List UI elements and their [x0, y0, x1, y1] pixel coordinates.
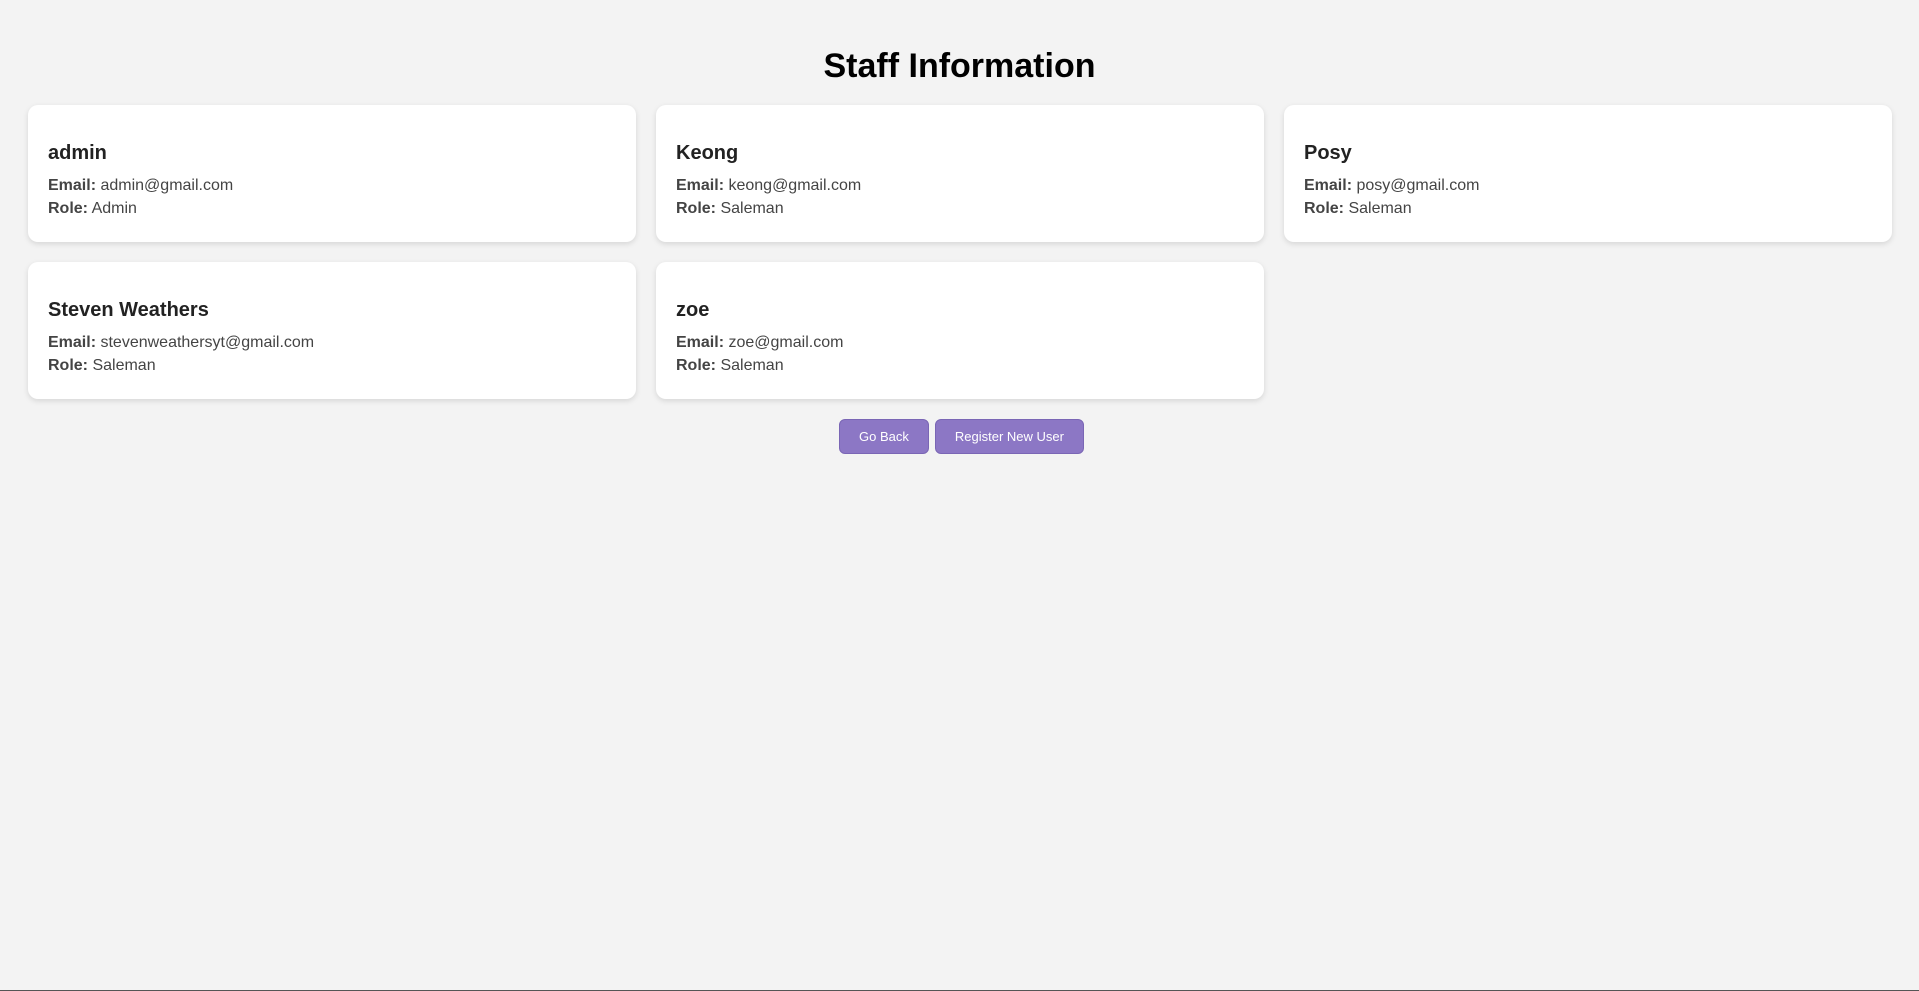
staff-role: Saleman: [1348, 200, 1412, 217]
email-label: Email:: [48, 334, 97, 351]
staff-email: stevenweathersyt@gmail.com: [100, 334, 315, 351]
go-back-button[interactable]: Go Back: [839, 419, 929, 454]
register-new-user-button[interactable]: Register New User: [934, 419, 1084, 454]
staff-card: Keong Email: keong@gmail.com Role: Salem…: [656, 105, 1264, 242]
email-label: Email:: [676, 334, 725, 351]
role-label: Role:: [1304, 200, 1344, 217]
staff-role: Admin: [91, 200, 137, 217]
staff-email: zoe@gmail.com: [728, 334, 844, 351]
staff-name: Steven Weathers: [48, 299, 209, 321]
staff-card: zoe Email: zoe@gmail.com Role: Saleman: [656, 262, 1264, 399]
staff-name: Posy: [1304, 142, 1352, 164]
role-label: Role:: [676, 200, 716, 217]
staff-email: admin@gmail.com: [100, 177, 234, 194]
staff-grid: admin Email: admin@gmail.com Role: Admin…: [0, 105, 1919, 399]
staff-role-line: Role: Saleman: [676, 354, 1244, 377]
staff-email-line: Email: posy@gmail.com: [1304, 174, 1872, 197]
staff-email: posy@gmail.com: [1356, 177, 1480, 194]
staff-email: keong@gmail.com: [728, 177, 862, 194]
staff-role-line: Role: Saleman: [1304, 197, 1872, 220]
page-title: Staff Information: [823, 47, 1096, 85]
role-label: Role:: [48, 200, 88, 217]
staff-name: Keong: [676, 142, 739, 164]
staff-card: Steven Weathers Email: stevenweathersyt@…: [28, 262, 636, 399]
staff-email-line: Email: keong@gmail.com: [676, 174, 1244, 197]
staff-role-line: Role: Admin: [48, 197, 616, 220]
role-label: Role:: [48, 357, 88, 374]
staff-email-line: Email: admin@gmail.com: [48, 174, 616, 197]
staff-role-line: Role: Saleman: [676, 197, 1244, 220]
staff-role: Saleman: [720, 200, 784, 217]
email-label: Email:: [1304, 177, 1353, 194]
email-label: Email:: [676, 177, 725, 194]
staff-email-line: Email: zoe@gmail.com: [676, 331, 1244, 354]
staff-name: admin: [48, 142, 107, 164]
staff-role-line: Role: Saleman: [48, 354, 616, 377]
action-bar: Go Back Register New User: [0, 419, 1919, 454]
staff-name: zoe: [676, 299, 710, 321]
staff-card: admin Email: admin@gmail.com Role: Admin: [28, 105, 636, 242]
email-label: Email:: [48, 177, 97, 194]
staff-card: Posy Email: posy@gmail.com Role: Saleman: [1284, 105, 1892, 242]
role-label: Role:: [676, 357, 716, 374]
staff-role: Saleman: [92, 357, 156, 374]
staff-role: Saleman: [720, 357, 784, 374]
staff-email-line: Email: stevenweathersyt@gmail.com: [48, 331, 616, 354]
